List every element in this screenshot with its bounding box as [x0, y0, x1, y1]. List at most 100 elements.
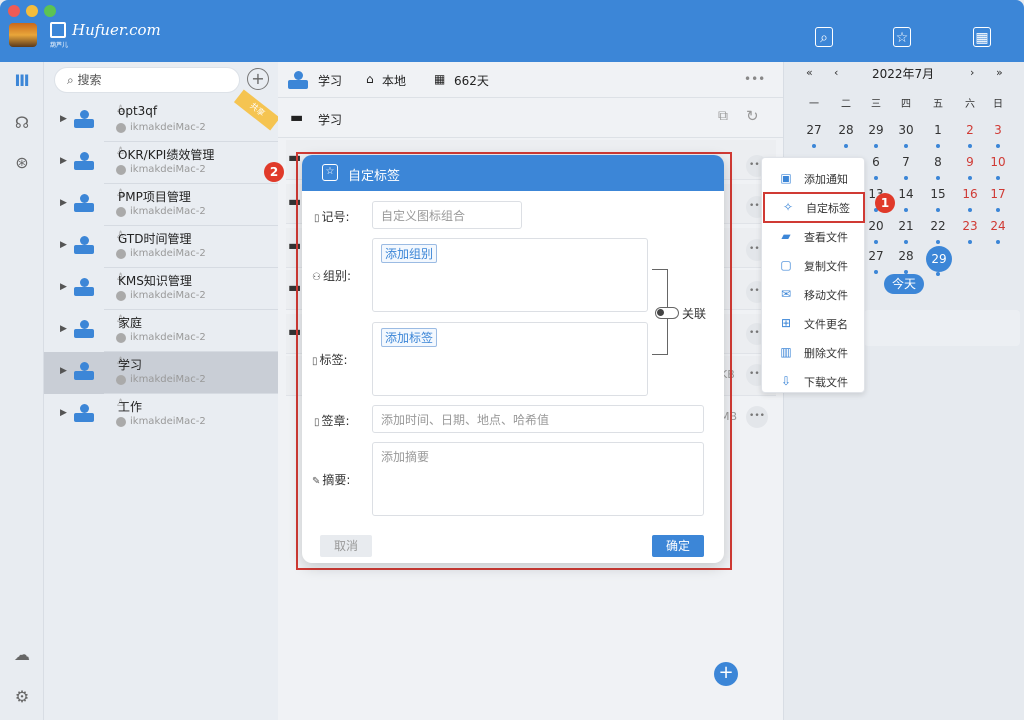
breadcrumb-db[interactable]: 学习 [318, 72, 342, 89]
calendar-day[interactable]: 8 [926, 152, 950, 180]
add-group-tag[interactable]: 添加组别 [381, 244, 438, 263]
calendar-day[interactable]: 3 [986, 120, 1010, 148]
notebook-item[interactable]: ▶ ♙ OKR/KPI绩效管理 ikmakdeiMac-2 [44, 142, 278, 184]
calendar-day[interactable]: 14 [894, 184, 918, 212]
database-icon [288, 71, 308, 89]
search-doc-icon[interactable]: ⌕ [815, 27, 833, 47]
notebook-item[interactable]: ▶ ♙ GTD时间管理 ikmakdeiMac-2 [44, 226, 278, 268]
context-item-1[interactable]: ✧ 自定标签 [763, 192, 865, 223]
add-tag-tag[interactable]: 添加标签 [381, 328, 438, 347]
today-button[interactable]: 今天 [884, 274, 924, 294]
expand-arrow-icon[interactable]: ▶ [60, 198, 67, 208]
calendar-day[interactable]: 7 [894, 152, 918, 180]
calendar-day[interactable]: 27 [802, 120, 826, 148]
calendar-day[interactable]: 6 [864, 152, 888, 180]
layout-icon[interactable]: ⧉ [718, 108, 728, 124]
context-item-3[interactable]: ▢ 复制文件 [762, 251, 866, 280]
shield-tag-icon[interactable]: ☆ [893, 27, 911, 47]
notebook-item[interactable]: ▶ ♙ KMS知识管理 ikmakdeiMac-2 [44, 268, 278, 310]
notebook-name: OKR/KPI绩效管理 [118, 148, 215, 162]
context-item-7[interactable]: ⇩ 下载文件 [762, 367, 866, 396]
calendar-day[interactable]: 23 [958, 216, 982, 244]
calendar-day[interactable]: 21 [894, 216, 918, 244]
notebook-host: ikmakdeiMac-2 [130, 164, 206, 175]
calendar-day[interactable]: 9 [958, 152, 982, 180]
add-file-button[interactable]: + [714, 662, 738, 686]
weekday-6: 日 [993, 99, 1003, 110]
link-toggle[interactable] [655, 307, 679, 319]
database-icon [74, 278, 94, 296]
app-home-icon[interactable]: Ⅲ [11, 70, 33, 92]
notebook-item[interactable]: ▶ ♙ 工作 ikmakdeiMac-2 [44, 394, 278, 436]
expand-arrow-icon[interactable]: ▶ [60, 324, 67, 334]
group-input[interactable]: 添加组别 [372, 238, 648, 312]
grid-circle-icon[interactable]: ⊛ [11, 152, 33, 174]
calendar-day[interactable]: 24 [986, 216, 1010, 244]
cancel-button[interactable]: 取消 [320, 535, 372, 557]
weekday-0: 一 [809, 99, 819, 110]
expand-arrow-icon[interactable]: ▶ [60, 114, 67, 124]
calendar-day[interactable]: 10 [986, 152, 1010, 180]
add-notebook-button[interactable]: + [247, 68, 269, 90]
notebook-item[interactable]: ▶ ♙ 家庭 ikmakdeiMac-2 [44, 310, 278, 352]
calendar-day[interactable]: 22 [926, 216, 950, 244]
more-icon[interactable]: ••• [744, 72, 765, 86]
calendar-day[interactable]: 1 [926, 120, 950, 148]
next-year-button[interactable]: » [996, 66, 1003, 79]
weekday-5: 六 [965, 99, 975, 110]
notebook-item[interactable]: ▶ ♙ opt3qf ikmakdeiMac-2 共享 [44, 89, 281, 142]
host-icon [116, 291, 126, 301]
cloud-upload-icon[interactable]: ☁ [11, 644, 33, 666]
context-item-2[interactable]: ▰ 查看文件 [762, 222, 866, 251]
calendar-day[interactable]: 29 [926, 246, 952, 276]
notebook-item[interactable]: ▶ ♙ PMP项目管理 ikmakdeiMac-2 [44, 184, 278, 226]
notebook-name: KMS知识管理 [118, 274, 192, 288]
calendar-day[interactable]: 17 [986, 184, 1010, 212]
settings-icon[interactable]: ⚙ [11, 686, 33, 708]
calendar-small-icon: ▦ [434, 72, 446, 86]
close-window-button[interactable] [8, 5, 20, 17]
calendar-day[interactable]: 15 [926, 184, 950, 212]
expand-arrow-icon[interactable]: ▶ [60, 408, 67, 418]
row-more-button[interactable]: ••• [746, 406, 768, 428]
calendar-day[interactable]: 28 [894, 246, 918, 274]
calendar-day[interactable]: 27 [864, 246, 888, 274]
code-input[interactable]: 自定义图标组合 [372, 201, 522, 229]
calendar-day[interactable]: 28 [834, 120, 858, 148]
expand-arrow-icon[interactable]: ▶ [60, 156, 67, 166]
calendar-day[interactable]: 16 [958, 184, 982, 212]
tag-input[interactable]: 添加标签 [372, 322, 648, 396]
ok-button[interactable]: 确定 [652, 535, 704, 557]
summary-textarea[interactable]: 添加摘要 [372, 442, 704, 516]
calendar-icon[interactable]: ▦ [973, 27, 991, 47]
refresh-icon[interactable]: ↻ [746, 107, 759, 125]
next-month-button[interactable]: › [970, 66, 974, 79]
stamp-input[interactable]: 添加时间、日期、地点、哈希值 [372, 405, 704, 433]
brain-icon[interactable]: ☊ [11, 112, 33, 134]
expand-arrow-icon[interactable]: ▶ [60, 240, 67, 250]
context-item-label: 复制文件 [804, 260, 848, 273]
database-icon [74, 110, 94, 128]
notebook-item-selected[interactable]: ▶ ♙ 学习 ikmakdeiMac-2 [44, 352, 278, 394]
search-input[interactable]: ⌕ 搜索 [54, 67, 240, 93]
calendar-day[interactable]: 30 [894, 120, 918, 148]
host-icon [116, 417, 126, 427]
context-item-4[interactable]: ✉ 移动文件 [762, 280, 866, 309]
notebook-host: ikmakdeiMac-2 [130, 416, 206, 427]
context-item-6[interactable]: ▥ 删除文件 [762, 338, 866, 367]
expand-arrow-icon[interactable]: ▶ [60, 282, 67, 292]
prev-month-button[interactable]: ‹ [834, 66, 838, 79]
brand-subtitle: 葫芦儿 [50, 42, 69, 49]
calendar-day[interactable]: 20 [864, 216, 888, 244]
context-item-0[interactable]: ▣ 添加通知 [762, 164, 866, 193]
zoom-window-button[interactable] [44, 5, 56, 17]
calendar-card [864, 310, 1020, 346]
context-item-5[interactable]: ⊞ 文件更名 [762, 309, 866, 338]
breadcrumb-location[interactable]: 本地 [382, 72, 406, 89]
minimize-window-button[interactable] [26, 5, 38, 17]
calendar-day[interactable]: 2 [958, 120, 982, 148]
prev-year-button[interactable]: « [806, 66, 813, 79]
expand-arrow-icon[interactable]: ▶ [60, 366, 67, 376]
folder-icon: ▬ [290, 110, 304, 126]
calendar-day[interactable]: 29 [864, 120, 888, 148]
